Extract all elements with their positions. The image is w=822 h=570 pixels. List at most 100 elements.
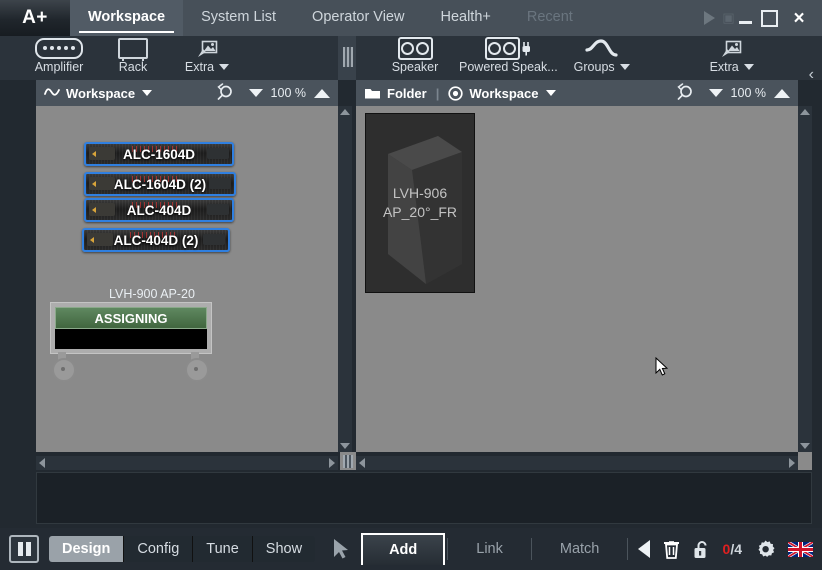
tab-workspace[interactable]: Workspace	[70, 0, 183, 36]
device-label: ALC-404D	[86, 203, 232, 218]
bottom-toolbar: Design Config Tune Show Add Link Match	[0, 528, 822, 570]
amplifier-icon	[35, 37, 83, 59]
tab-operator-view[interactable]: Operator View	[294, 0, 422, 36]
workspace-item-lvh906[interactable]: LVH-906 AP_20°_FR	[365, 113, 475, 293]
minimize-button[interactable]: ▣	[724, 0, 754, 36]
left-horizontal-scrollbar[interactable]	[36, 456, 338, 470]
divider	[447, 538, 448, 560]
zoom-in-button[interactable]	[314, 89, 330, 98]
top-splitter-grip-icon	[343, 47, 353, 67]
ribbon-item-groups-label: Groups	[574, 60, 615, 74]
ribbon-item-powered-speaker-label: Powered Speak...	[459, 60, 558, 74]
scrollbar-corner	[798, 452, 812, 470]
image-pen-icon	[197, 39, 218, 58]
ribbon-item-amplifier[interactable]: Amplifier	[22, 36, 96, 80]
segment-show[interactable]: Show	[253, 536, 315, 562]
zoom-search-icon[interactable]	[676, 83, 695, 103]
bottom-splitter-grip-icon	[343, 455, 353, 468]
rack-caster	[52, 358, 76, 382]
mode-link[interactable]: Link	[450, 534, 529, 564]
close-button[interactable]: ×	[784, 0, 814, 36]
trash-icon[interactable]	[663, 540, 680, 559]
ribbon-item-groups[interactable]: Groups	[565, 36, 639, 80]
divider: |	[436, 86, 440, 101]
device-alc-404d-2[interactable]: ALC-404D (2)	[82, 228, 230, 252]
scroll-up-icon[interactable]	[340, 109, 350, 115]
scroll-left-icon[interactable]	[39, 458, 45, 468]
device-alc-404d[interactable]: ALC-404D	[84, 198, 234, 222]
mode-match[interactable]: Match	[534, 534, 626, 564]
zoom-in-button[interactable]	[774, 89, 790, 98]
scroll-right-icon[interactable]	[329, 458, 335, 468]
left-panel-title: Workspace	[66, 86, 135, 101]
divider	[531, 538, 532, 560]
right-vertical-scrollbar[interactable]	[798, 106, 812, 452]
ribbon-item-extra-right[interactable]: Extra	[695, 36, 769, 80]
right-horizontal-scrollbar[interactable]	[356, 456, 798, 470]
application-window: A+ Workspace System List Operator View H…	[0, 0, 822, 570]
left-canvas[interactable]: ALC-1604D ALC-1604D (2) ALC-404D ALC-404…	[36, 106, 338, 452]
rack-status-badge: ASSIGNING	[55, 307, 207, 329]
app-logo[interactable]: A+	[0, 0, 70, 36]
maximize-button[interactable]	[754, 0, 784, 36]
scroll-right-icon[interactable]	[789, 458, 795, 468]
segment-tune[interactable]: Tune	[193, 536, 253, 562]
ribbon-item-powered-speaker[interactable]: Powered Speak...	[452, 36, 565, 80]
toggle-panels-button[interactable]	[9, 535, 39, 563]
title-bar: A+ Workspace System List Operator View H…	[0, 0, 822, 36]
device-alc-1604d[interactable]: ALC-1604D	[84, 142, 234, 166]
play-icon	[704, 11, 715, 25]
mute-speaker-icon[interactable]	[638, 540, 650, 558]
scroll-down-icon[interactable]	[340, 443, 350, 449]
left-vertical-scrollbar[interactable]	[338, 106, 352, 452]
close-icon: ×	[793, 9, 804, 28]
right-panel-header: Folder | Workspace 100 %	[356, 80, 798, 106]
speaker-icon	[398, 37, 433, 59]
groups-curve-icon	[585, 37, 619, 59]
scroll-left-icon[interactable]	[359, 458, 365, 468]
scroll-up-icon[interactable]	[800, 109, 810, 115]
device-label: ALC-1604D	[86, 147, 232, 162]
mode-button-group: Add Link Match	[361, 533, 630, 565]
image-pen-icon	[721, 39, 742, 58]
chevron-down-icon[interactable]	[142, 90, 152, 96]
rack-unit[interactable]: ASSIGNING	[50, 302, 212, 354]
zoom-out-button[interactable]	[249, 89, 263, 97]
chevron-down-icon[interactable]	[546, 90, 556, 96]
right-canvas[interactable]: LVH-906 AP_20°_FR	[356, 106, 798, 452]
ribbon-collapse-button[interactable]: ‹	[809, 66, 814, 84]
right-zoom-value: 100 %	[731, 86, 766, 100]
chevron-down-icon[interactable]	[620, 64, 630, 70]
divider	[627, 538, 628, 560]
message-log-area[interactable]	[36, 472, 812, 524]
device-alc-1604d-2[interactable]: ALC-1604D (2)	[84, 172, 236, 196]
segment-design[interactable]: Design	[49, 536, 124, 562]
main-tab-strip: Workspace System List Operator View Heal…	[70, 0, 694, 36]
ribbon-toolbar: Amplifier Rack Extra	[0, 36, 822, 80]
scroll-down-icon[interactable]	[800, 443, 810, 449]
extra-image-icon	[197, 37, 218, 59]
rack-icon	[118, 37, 148, 59]
tab-system-list[interactable]: System List	[183, 0, 294, 36]
gear-icon[interactable]	[755, 539, 775, 559]
ribbon-item-speaker[interactable]: Speaker	[378, 36, 452, 80]
segment-config[interactable]: Config	[124, 536, 193, 562]
ribbon-item-extra-right-label: Extra	[710, 60, 739, 74]
tab-health-plus[interactable]: Health+	[422, 0, 508, 36]
panel-bar-icon	[26, 542, 31, 556]
ribbon-item-extra-left[interactable]: Extra	[170, 36, 244, 80]
chevron-down-icon[interactable]	[744, 64, 754, 70]
ribbon-right-group: Speaker Powered Speak...	[356, 36, 822, 80]
zoom-out-button[interactable]	[709, 89, 723, 97]
right-panel-folder-label[interactable]: Folder	[387, 86, 427, 101]
play-button[interactable]	[694, 0, 724, 36]
mode-add[interactable]: Add	[361, 533, 445, 565]
device-label: ALC-1604D (2)	[86, 177, 234, 192]
chevron-down-icon[interactable]	[219, 64, 229, 70]
ribbon-item-rack[interactable]: Rack	[96, 36, 170, 80]
uk-flag-icon[interactable]	[788, 542, 812, 557]
tab-recent[interactable]: Recent	[509, 0, 591, 36]
zoom-search-icon[interactable]	[216, 83, 235, 103]
unlock-icon[interactable]	[693, 540, 710, 559]
pointer-arrow-icon[interactable]	[331, 538, 351, 560]
